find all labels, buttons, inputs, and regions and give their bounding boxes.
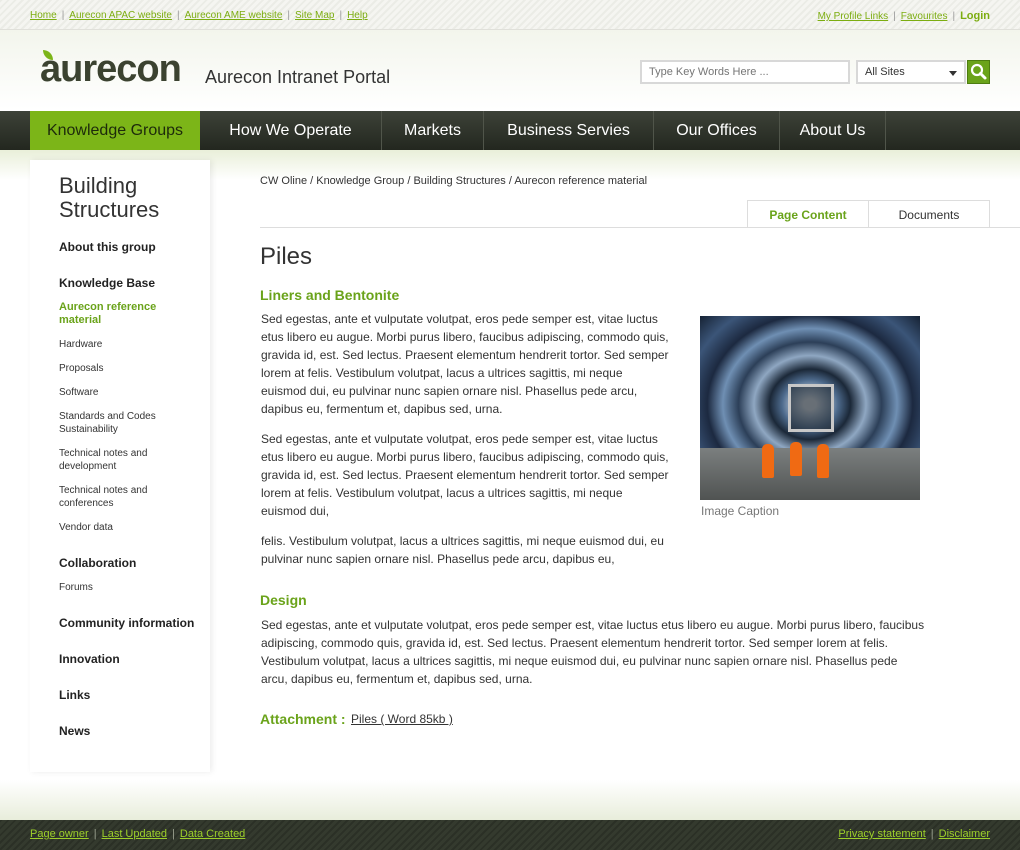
sidebar-item-news[interactable]: News <box>59 724 209 738</box>
worker-figure <box>790 442 802 476</box>
sidebar-item-knowledge-base[interactable]: Knowledge Base <box>59 276 209 290</box>
paragraph-4: Sed egestas, ante et vulputate volutpat,… <box>261 618 925 686</box>
search-button[interactable] <box>967 60 990 84</box>
footer-right-links: Privacy statement | Disclaimer <box>838 828 990 840</box>
worker-figure <box>817 444 829 478</box>
sidebar-item-about[interactable]: About this group <box>59 240 209 254</box>
top-right-links: My Profile Links | Favourites | Login <box>817 10 990 22</box>
sidebar-item-standards[interactable]: Standards and Codes Sustainability <box>59 410 174 436</box>
nav-business-services[interactable]: Business Servies <box>484 111 654 150</box>
sidebar-item-innovation[interactable]: Innovation <box>59 652 209 666</box>
sidebar-item-links[interactable]: Links <box>59 688 209 702</box>
sidebar-item-tech-notes-conferences[interactable]: Technical notes and conferences <box>59 484 164 510</box>
site-select-value: All Sites <box>865 66 905 78</box>
site-header: aurecon Aurecon Intranet Portal All Site… <box>0 30 1020 110</box>
site-map-link[interactable]: Site Map <box>295 10 334 21</box>
aurecon-ame-link[interactable]: Aurecon AME website <box>185 10 283 21</box>
tunnel-photo <box>700 316 920 500</box>
attachment-link[interactable]: Piles ( Word 85kb ) <box>351 712 453 726</box>
page-owner-link[interactable]: Page owner <box>30 828 89 840</box>
my-profile-links-link[interactable]: My Profile Links <box>818 11 889 22</box>
sidebar-item-forums[interactable]: Forums <box>59 581 199 594</box>
main-nav: Knowledge Groups How We Operate Markets … <box>0 111 1020 150</box>
privacy-statement-link[interactable]: Privacy statement <box>838 828 925 840</box>
nav-about-us[interactable]: About Us <box>780 111 886 150</box>
image-caption: Image Caption <box>701 504 780 518</box>
section-heading-design: Design <box>260 592 307 608</box>
nav-knowledge-groups[interactable]: Knowledge Groups <box>30 111 200 150</box>
tab-page-content[interactable]: Page Content <box>747 200 869 228</box>
portal-title: Aurecon Intranet Portal <box>205 67 391 87</box>
site-footer: Page owner | Last Updated | Data Created Pri… <box>0 820 1020 850</box>
sidebar-item-software[interactable]: Software <box>59 386 199 399</box>
nav-markets[interactable]: Markets <box>382 111 484 150</box>
sidebar-item-community[interactable]: Community information <box>59 616 209 630</box>
data-created-link[interactable]: Data Created <box>180 828 245 840</box>
footer-gradient <box>0 780 1020 820</box>
login-link[interactable]: Login <box>960 10 990 22</box>
paragraph-3: felis. Vestibulum volutpat, lacus a ultr… <box>261 534 664 566</box>
tab-documents[interactable]: Documents <box>868 200 990 228</box>
tunnel-machine <box>788 384 834 432</box>
nav-how-we-operate[interactable]: How We Operate <box>200 111 382 150</box>
home-link[interactable]: Home <box>30 10 57 21</box>
worker-figure <box>762 444 774 478</box>
attachment-label: Attachment : <box>260 711 346 727</box>
sidebar-item-hardware[interactable]: Hardware <box>59 338 199 351</box>
nav-our-offices[interactable]: Our Offices <box>654 111 780 150</box>
footer-left-links: Page owner | Last Updated | Data Created <box>30 828 246 840</box>
sidebar-item-tech-notes-development[interactable]: Technical notes and development <box>59 447 164 473</box>
sidebar-item-aurecon-reference[interactable]: Aurecon reference material <box>59 301 189 327</box>
disclaimer-link[interactable]: Disclaimer <box>939 828 990 840</box>
top-utility-bar: Home | Aurecon APAC website | Aurecon AME we… <box>0 0 1020 30</box>
favourites-link[interactable]: Favourites <box>901 11 948 22</box>
search-icon <box>970 63 987 80</box>
sidebar-item-vendor-data[interactable]: Vendor data <box>59 521 199 534</box>
sidebar-item-collaboration[interactable]: Collaboration <box>59 556 209 570</box>
paragraph-1: Sed egestas, ante et vulputate volutpat,… <box>261 312 669 416</box>
chevron-down-icon <box>949 71 957 76</box>
sidebar-item-proposals[interactable]: Proposals <box>59 362 199 375</box>
last-updated-link[interactable]: Last Updated <box>102 828 167 840</box>
aurecon-apac-link[interactable]: Aurecon APAC website <box>69 10 172 21</box>
sidebar-title: Building Structures <box>59 173 160 222</box>
site-select[interactable]: All Sites <box>856 60 966 84</box>
help-link[interactable]: Help <box>347 10 368 21</box>
aurecon-logo[interactable]: aurecon <box>40 48 182 91</box>
tab-divider <box>260 227 1020 228</box>
top-links: Home | Aurecon APAC website | Aurecon AME we… <box>30 10 368 21</box>
page-title: Piles <box>260 243 313 270</box>
paragraph-2: Sed egestas, ante et vulputate volutpat,… <box>261 432 669 518</box>
search-input[interactable] <box>640 60 850 84</box>
sidebar: Building Structures About this group Kno… <box>30 160 210 772</box>
section-heading-liners: Liners and Bentonite <box>260 287 400 303</box>
breadcrumb[interactable]: CW Oline / Knowledge Group / Building St… <box>260 175 647 187</box>
